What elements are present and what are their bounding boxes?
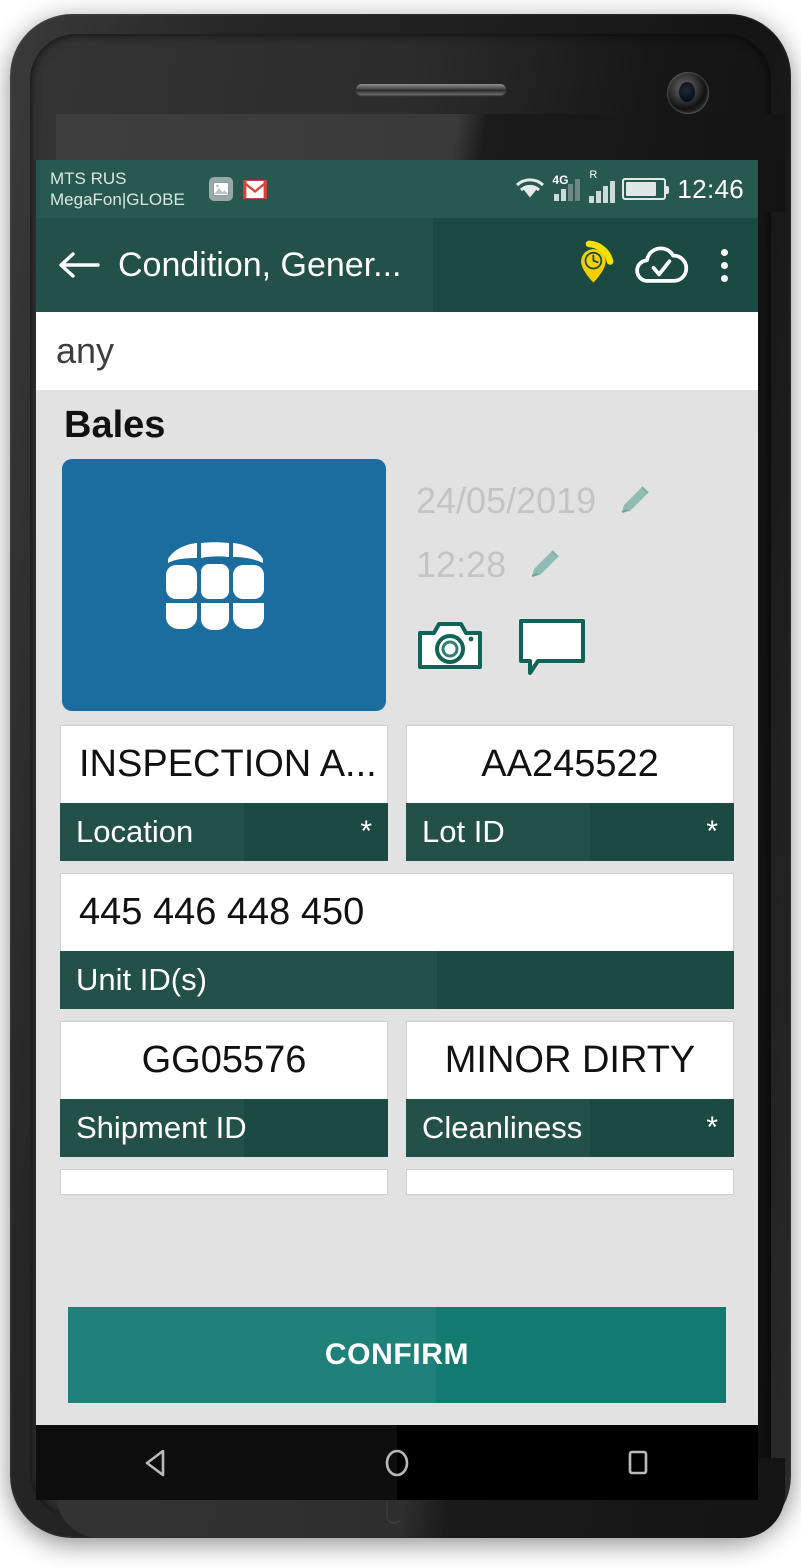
roaming-signal-icon: R <box>587 169 616 203</box>
field-row-1: INSPECTION A... Location * AA245522 Lot … <box>60 725 734 861</box>
app-bar: Condition, Gener... <box>36 218 758 312</box>
device-screen: MTS RUS MegaFon|GLOBE 4G R 12:46 Conditi… <box>36 160 758 1425</box>
field-unit-ids-label-text: Unit ID(s) <box>76 962 207 997</box>
nav-back-button[interactable] <box>111 1428 201 1498</box>
comment-bubble-icon[interactable] <box>516 615 588 682</box>
field-lot-id-required: * <box>706 815 718 848</box>
confirm-button-wrap: CONFIRM <box>36 1307 758 1425</box>
triangle-back-icon <box>146 1449 165 1476</box>
main-content: Bales 24/05/2019 12:28 INSPECTION A... L… <box>36 390 758 1425</box>
field-location-label-text: Location <box>76 814 194 849</box>
status-notification-icons <box>208 177 267 201</box>
field-lot-id-label-text: Lot ID <box>422 814 505 849</box>
field-shipment-id-value[interactable]: GG05576 <box>60 1021 388 1099</box>
hero-action-icons <box>416 615 732 682</box>
time-row: 12:28 <box>416 533 732 597</box>
date-row: 24/05/2019 <box>416 469 732 533</box>
field-location[interactable]: INSPECTION A... Location * <box>60 725 388 861</box>
inspection-date: 24/05/2019 <box>416 480 597 521</box>
square-recents-icon <box>628 1450 647 1474</box>
form-fields: INSPECTION A... Location * AA245522 Lot … <box>36 711 758 1195</box>
front-camera-icon <box>667 72 709 114</box>
field-row-3: GG05576 Shipment ID MINOR DIRTY Cleanlin… <box>60 1021 734 1157</box>
field-row-4-partial <box>60 1169 734 1195</box>
nav-home-button[interactable] <box>352 1428 442 1498</box>
carrier-line-1: MTS RUS <box>50 169 127 188</box>
camera-icon[interactable] <box>416 617 484 680</box>
field-partial-left[interactable] <box>60 1169 388 1195</box>
more-vertical-icon[interactable] <box>704 236 744 294</box>
field-cleanliness-label: Cleanliness * <box>406 1099 734 1157</box>
field-shipment-id-label-text: Shipment ID <box>76 1110 247 1145</box>
roaming-label: R <box>589 169 598 181</box>
field-partial-left-value[interactable] <box>60 1169 388 1195</box>
field-shipment-id[interactable]: GG05576 Shipment ID <box>60 1021 388 1157</box>
field-unit-ids-label: Unit ID(s) <box>60 951 734 1009</box>
field-unit-ids-value[interactable]: 445 446 448 450 <box>60 873 734 951</box>
hero-meta: 24/05/2019 12:28 <box>386 459 732 711</box>
bale-icon <box>166 542 264 630</box>
field-lot-id[interactable]: AA245522 Lot ID * <box>406 725 734 861</box>
search-input-value: any <box>56 330 115 371</box>
cloud-check-icon[interactable] <box>632 236 690 294</box>
back-button[interactable] <box>50 237 106 293</box>
field-location-label: Location * <box>60 803 388 861</box>
field-lot-id-value[interactable]: AA245522 <box>406 725 734 803</box>
field-cleanliness-label-text: Cleanliness <box>422 1110 583 1145</box>
field-location-required: * <box>360 815 372 848</box>
battery-icon <box>622 178 670 200</box>
field-lot-id-label: Lot ID * <box>406 803 734 861</box>
field-location-value[interactable]: INSPECTION A... <box>60 725 388 803</box>
field-unit-ids[interactable]: 445 446 448 450 Unit ID(s) <box>60 873 734 1009</box>
field-cleanliness-required: * <box>706 1111 718 1144</box>
screenshot-root: MTS RUS MegaFon|GLOBE 4G R 12:46 Conditi… <box>0 0 801 1568</box>
field-cleanliness-value[interactable]: MINOR DIRTY <box>406 1021 734 1099</box>
confirm-button[interactable]: CONFIRM <box>68 1307 726 1403</box>
gmail-icon <box>242 179 267 199</box>
chin-marking <box>386 1502 402 1524</box>
carrier-line-2: MegaFon|GLOBE <box>50 190 185 209</box>
screenshot-icon <box>208 177 233 201</box>
nav-recents-button[interactable] <box>593 1428 683 1498</box>
app-bar-actions <box>560 236 744 294</box>
field-shipment-id-label: Shipment ID <box>60 1099 388 1157</box>
status-clock: 12:46 <box>677 173 744 204</box>
search-input[interactable]: any <box>36 312 758 390</box>
inspection-time: 12:28 <box>416 544 507 585</box>
section-title: Bales <box>64 404 166 446</box>
wifi-icon <box>515 176 545 202</box>
android-nav-bar <box>36 1425 758 1500</box>
field-partial-right[interactable] <box>406 1169 734 1195</box>
circle-home-icon <box>385 1449 409 1476</box>
confirm-button-label: CONFIRM <box>324 1338 470 1371</box>
field-cleanliness[interactable]: MINOR DIRTY Cleanliness * <box>406 1021 734 1157</box>
field-partial-right-value[interactable] <box>406 1169 734 1195</box>
carrier-label: MTS RUS MegaFon|GLOBE <box>50 168 185 210</box>
edit-date-pencil-icon[interactable] <box>614 480 656 522</box>
page-title: Condition, Gener... <box>118 245 402 284</box>
hero-section: 24/05/2019 12:28 <box>36 459 758 711</box>
bale-image-card[interactable] <box>62 459 386 711</box>
earpiece-speaker <box>356 84 506 95</box>
field-row-2: 445 446 448 450 Unit ID(s) <box>60 873 734 1009</box>
location-pin-clock-icon[interactable] <box>560 236 618 294</box>
status-system-icons: 4G R 12:46 <box>515 169 744 205</box>
signal-4g-icon: 4G <box>552 173 581 201</box>
network-type-label: 4G <box>552 173 569 187</box>
edit-time-pencil-icon[interactable] <box>524 544 566 586</box>
status-bar: MTS RUS MegaFon|GLOBE 4G R 12:46 <box>36 160 758 218</box>
